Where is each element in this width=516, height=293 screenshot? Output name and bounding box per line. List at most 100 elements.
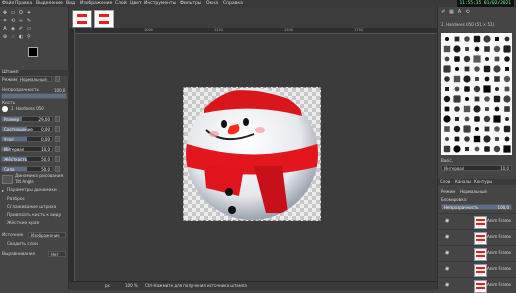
- eye-icon[interactable]: ◉: [445, 234, 449, 240]
- force-slider[interactable]: Сила 50,0: [1, 166, 53, 172]
- text-icon[interactable]: A: [2, 26, 8, 32]
- brush-preset[interactable]: [494, 106, 500, 112]
- brush-preset[interactable]: [475, 127, 479, 131]
- hardness-slider[interactable]: Жёсткость 50,0: [1, 156, 53, 162]
- brush-preset[interactable]: [454, 106, 460, 112]
- brush-preset[interactable]: [453, 75, 461, 83]
- brush-preset[interactable]: [444, 76, 450, 82]
- brush-preset[interactable]: [493, 115, 501, 123]
- bucket-icon[interactable]: ◈: [10, 26, 16, 32]
- horizontal-ruler[interactable]: 1000 1250 1500 1750: [69, 28, 437, 34]
- brush-preset[interactable]: [483, 135, 491, 143]
- brush-preset[interactable]: [485, 57, 489, 61]
- transform-icon[interactable]: ⟲: [10, 18, 16, 24]
- brush-preset[interactable]: [495, 87, 499, 91]
- layer-mode-select[interactable]: Нормальный: [460, 189, 487, 194]
- menu-select[interactable]: Выделение: [36, 1, 63, 6]
- brush-preset[interactable]: [475, 77, 479, 81]
- brush-preset[interactable]: [464, 66, 470, 72]
- image-tab-thumbnail-active[interactable]: [94, 10, 114, 28]
- brush-preset[interactable]: [463, 105, 471, 113]
- layer-row[interactable]: ◉ Anim Frame: [438, 261, 516, 277]
- zoom-select[interactable]: 100 %: [125, 283, 138, 288]
- brush-preset[interactable]: [474, 96, 480, 102]
- rect-select-icon[interactable]: ▭: [10, 10, 16, 16]
- menu-filters[interactable]: Фильтры: [180, 1, 201, 6]
- brushes-tab-icon[interactable]: ✐: [440, 9, 447, 16]
- brush-preset[interactable]: [503, 145, 511, 153]
- brush-filter-label[interactable]: Basic,: [441, 158, 453, 163]
- image-canvas[interactable]: [183, 87, 321, 221]
- brush-preset[interactable]: [453, 95, 461, 103]
- eye-icon[interactable]: ◉: [445, 218, 449, 224]
- brush-preset[interactable]: [505, 67, 509, 71]
- layer-opacity-slider[interactable]: Непрозрачность 100,0: [441, 204, 512, 210]
- size-reset-button[interactable]: [55, 116, 60, 122]
- brush-preset[interactable]: [493, 95, 501, 103]
- brush-preset[interactable]: [463, 125, 471, 133]
- brush-preset[interactable]: [504, 36, 510, 42]
- vertical-ruler[interactable]: [69, 28, 75, 281]
- brush-preset[interactable]: [473, 35, 481, 43]
- brush-preset[interactable]: [504, 106, 510, 112]
- menu-tools[interactable]: Инструменты: [144, 1, 176, 6]
- layer-row[interactable]: ◉ Anim Frame: [438, 245, 516, 261]
- brush-preset[interactable]: [493, 45, 501, 53]
- brush-preset[interactable]: [484, 96, 490, 102]
- menu-image[interactable]: Изображение: [80, 1, 112, 6]
- brush-preset[interactable]: [504, 136, 510, 142]
- brush-preset[interactable]: [444, 106, 450, 112]
- brush-preset[interactable]: [493, 145, 501, 153]
- layer-row[interactable]: ◉ Anim Frame: [438, 213, 516, 229]
- brush-preset[interactable]: [454, 36, 460, 42]
- brush-preset[interactable]: [464, 136, 470, 142]
- tab-layers[interactable]: Слои: [440, 179, 450, 185]
- warp-icon[interactable]: ≈: [18, 18, 24, 24]
- hardness-reset-button[interactable]: [55, 156, 60, 162]
- foreground-color[interactable]: [28, 47, 38, 57]
- mode-select[interactable]: Нормальный: [17, 76, 52, 82]
- brush-preset[interactable]: [495, 37, 499, 41]
- spacing-reset-button[interactable]: [55, 146, 60, 152]
- brush-preset[interactable]: [503, 75, 511, 83]
- brush-preset[interactable]: [445, 87, 449, 91]
- menu-colors[interactable]: Цвет: [130, 1, 142, 6]
- smudge-icon[interactable]: ☝: [10, 34, 16, 40]
- ratio-slider[interactable]: Соотношение 0,00: [1, 126, 53, 132]
- brush-preset[interactable]: [464, 36, 470, 42]
- fuzzy-select-icon[interactable]: ✦: [26, 10, 32, 16]
- brush-preset[interactable]: [463, 75, 471, 83]
- brush-preset[interactable]: [494, 56, 500, 62]
- eye-icon[interactable]: ◉: [445, 250, 449, 256]
- brush-preset[interactable]: [484, 46, 490, 52]
- unit-select[interactable]: px: [105, 283, 110, 288]
- brush-preset[interactable]: [444, 56, 450, 62]
- brush-preset[interactable]: [503, 125, 511, 133]
- alignment-select[interactable]: Нет: [48, 251, 66, 257]
- spacing-slider[interactable]: Интервал 10,0: [1, 146, 53, 152]
- brush-grid[interactable]: [441, 33, 512, 155]
- layer-row[interactable]: ◉ Anim Frame: [438, 229, 516, 245]
- menu-view[interactable]: Вид: [66, 1, 75, 6]
- brush-preset[interactable]: [494, 76, 500, 82]
- brush-preset[interactable]: [483, 85, 491, 93]
- brush-preset[interactable]: [464, 116, 470, 122]
- brush-preset[interactable]: [504, 56, 510, 62]
- brush-preset[interactable]: [473, 105, 481, 113]
- brush-preset[interactable]: [444, 126, 450, 132]
- brush-preset[interactable]: [443, 115, 451, 123]
- menu-help[interactable]: Справка: [223, 1, 243, 6]
- lock-brush-label[interactable]: Привязать кисть к виду: [7, 213, 61, 218]
- brush-preset[interactable]: [443, 95, 451, 103]
- brush-preset[interactable]: [503, 45, 511, 53]
- picker-icon[interactable]: ⚲: [26, 34, 32, 40]
- size-slider[interactable]: Размер 29,00: [1, 116, 53, 122]
- dodge-icon[interactable]: ◐: [18, 34, 24, 40]
- brush-preset[interactable]: [443, 45, 451, 53]
- menu-edit[interactable]: Правка: [15, 1, 32, 6]
- menu-layer[interactable]: Слой: [115, 1, 127, 6]
- opacity-slider[interactable]: [1, 93, 67, 99]
- brush-spacing-slider[interactable]: Интервал 10,0: [441, 165, 512, 171]
- brush-preset[interactable]: [465, 147, 469, 151]
- brush-preview-icon[interactable]: [2, 106, 8, 112]
